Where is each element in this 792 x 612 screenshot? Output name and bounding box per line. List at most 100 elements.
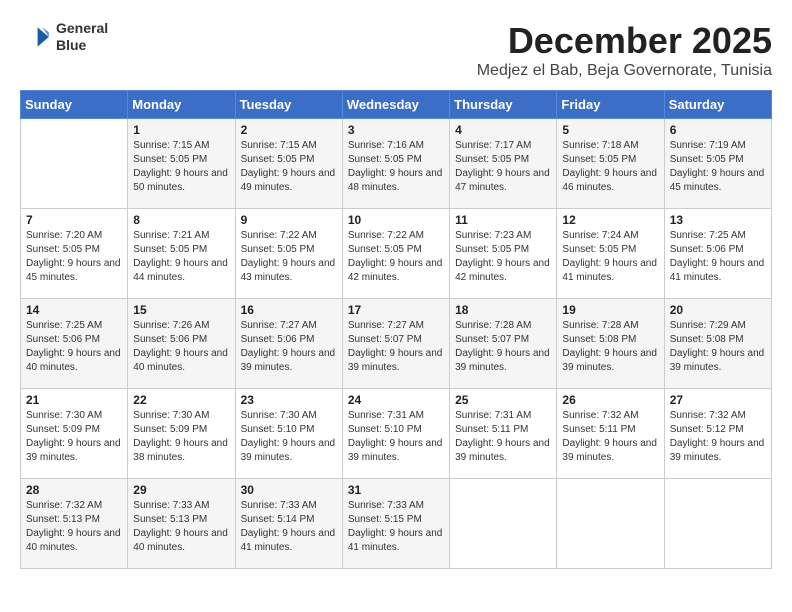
calendar-header-row: SundayMondayTuesdayWednesdayThursdayFrid… [21, 91, 772, 119]
calendar-day-cell [21, 119, 128, 209]
calendar-col-header: Tuesday [235, 91, 342, 119]
day-info: Sunrise: 7:30 AMSunset: 5:09 PMDaylight:… [26, 409, 122, 465]
day-info: Sunrise: 7:31 AMSunset: 5:10 PMDaylight:… [348, 409, 444, 465]
title-block: December 2025 Medjez el Bab, Beja Govern… [477, 20, 772, 80]
day-info: Sunrise: 7:27 AMSunset: 5:07 PMDaylight:… [348, 319, 444, 375]
day-number: 10 [348, 213, 444, 227]
calendar-col-header: Monday [128, 91, 235, 119]
day-number: 15 [133, 303, 229, 317]
day-info: Sunrise: 7:15 AMSunset: 5:05 PMDaylight:… [133, 139, 229, 195]
calendar-day-cell: 3 Sunrise: 7:16 AMSunset: 5:05 PMDayligh… [342, 119, 449, 209]
day-number: 5 [562, 123, 658, 137]
calendar-day-cell [450, 479, 557, 569]
calendar-day-cell: 24 Sunrise: 7:31 AMSunset: 5:10 PMDaylig… [342, 389, 449, 479]
calendar-day-cell: 30 Sunrise: 7:33 AMSunset: 5:14 PMDaylig… [235, 479, 342, 569]
calendar-day-cell: 22 Sunrise: 7:30 AMSunset: 5:09 PMDaylig… [128, 389, 235, 479]
day-number: 2 [241, 123, 337, 137]
calendar-day-cell: 12 Sunrise: 7:24 AMSunset: 5:05 PMDaylig… [557, 209, 664, 299]
day-number: 28 [26, 483, 122, 497]
calendar-table: SundayMondayTuesdayWednesdayThursdayFrid… [20, 90, 772, 569]
day-info: Sunrise: 7:24 AMSunset: 5:05 PMDaylight:… [562, 229, 658, 285]
day-number: 19 [562, 303, 658, 317]
day-number: 9 [241, 213, 337, 227]
calendar-col-header: Saturday [664, 91, 771, 119]
day-number: 8 [133, 213, 229, 227]
day-info: Sunrise: 7:32 AMSunset: 5:13 PMDaylight:… [26, 499, 122, 555]
day-info: Sunrise: 7:23 AMSunset: 5:05 PMDaylight:… [455, 229, 551, 285]
day-number: 6 [670, 123, 766, 137]
logo-text: General Blue [56, 20, 108, 54]
day-number: 24 [348, 393, 444, 407]
calendar-day-cell: 28 Sunrise: 7:32 AMSunset: 5:13 PMDaylig… [21, 479, 128, 569]
calendar-day-cell: 25 Sunrise: 7:31 AMSunset: 5:11 PMDaylig… [450, 389, 557, 479]
day-number: 16 [241, 303, 337, 317]
calendar-col-header: Sunday [21, 91, 128, 119]
day-info: Sunrise: 7:19 AMSunset: 5:05 PMDaylight:… [670, 139, 766, 195]
day-info: Sunrise: 7:22 AMSunset: 5:05 PMDaylight:… [348, 229, 444, 285]
day-number: 23 [241, 393, 337, 407]
calendar-day-cell [664, 479, 771, 569]
calendar-week-row: 7 Sunrise: 7:20 AMSunset: 5:05 PMDayligh… [21, 209, 772, 299]
calendar-week-row: 21 Sunrise: 7:30 AMSunset: 5:09 PMDaylig… [21, 389, 772, 479]
day-number: 18 [455, 303, 551, 317]
calendar-day-cell: 17 Sunrise: 7:27 AMSunset: 5:07 PMDaylig… [342, 299, 449, 389]
day-number: 3 [348, 123, 444, 137]
day-info: Sunrise: 7:29 AMSunset: 5:08 PMDaylight:… [670, 319, 766, 375]
logo: General Blue [20, 20, 108, 54]
calendar-day-cell [557, 479, 664, 569]
calendar-day-cell: 29 Sunrise: 7:33 AMSunset: 5:13 PMDaylig… [128, 479, 235, 569]
calendar-col-header: Friday [557, 91, 664, 119]
day-number: 25 [455, 393, 551, 407]
day-number: 31 [348, 483, 444, 497]
day-info: Sunrise: 7:27 AMSunset: 5:06 PMDaylight:… [241, 319, 337, 375]
day-info: Sunrise: 7:22 AMSunset: 5:05 PMDaylight:… [241, 229, 337, 285]
calendar-day-cell: 21 Sunrise: 7:30 AMSunset: 5:09 PMDaylig… [21, 389, 128, 479]
calendar-week-row: 14 Sunrise: 7:25 AMSunset: 5:06 PMDaylig… [21, 299, 772, 389]
calendar-day-cell: 5 Sunrise: 7:18 AMSunset: 5:05 PMDayligh… [557, 119, 664, 209]
day-number: 11 [455, 213, 551, 227]
calendar-week-row: 28 Sunrise: 7:32 AMSunset: 5:13 PMDaylig… [21, 479, 772, 569]
day-number: 1 [133, 123, 229, 137]
day-info: Sunrise: 7:33 AMSunset: 5:15 PMDaylight:… [348, 499, 444, 555]
calendar-day-cell: 15 Sunrise: 7:26 AMSunset: 5:06 PMDaylig… [128, 299, 235, 389]
day-number: 20 [670, 303, 766, 317]
day-number: 17 [348, 303, 444, 317]
day-info: Sunrise: 7:33 AMSunset: 5:14 PMDaylight:… [241, 499, 337, 555]
day-number: 27 [670, 393, 766, 407]
day-info: Sunrise: 7:21 AMSunset: 5:05 PMDaylight:… [133, 229, 229, 285]
calendar-col-header: Wednesday [342, 91, 449, 119]
day-info: Sunrise: 7:33 AMSunset: 5:13 PMDaylight:… [133, 499, 229, 555]
calendar-day-cell: 14 Sunrise: 7:25 AMSunset: 5:06 PMDaylig… [21, 299, 128, 389]
day-number: 29 [133, 483, 229, 497]
calendar-body: 1 Sunrise: 7:15 AMSunset: 5:05 PMDayligh… [21, 119, 772, 569]
day-info: Sunrise: 7:28 AMSunset: 5:08 PMDaylight:… [562, 319, 658, 375]
day-info: Sunrise: 7:30 AMSunset: 5:09 PMDaylight:… [133, 409, 229, 465]
day-info: Sunrise: 7:25 AMSunset: 5:06 PMDaylight:… [670, 229, 766, 285]
calendar-day-cell: 7 Sunrise: 7:20 AMSunset: 5:05 PMDayligh… [21, 209, 128, 299]
day-info: Sunrise: 7:26 AMSunset: 5:06 PMDaylight:… [133, 319, 229, 375]
calendar-week-row: 1 Sunrise: 7:15 AMSunset: 5:05 PMDayligh… [21, 119, 772, 209]
calendar-day-cell: 16 Sunrise: 7:27 AMSunset: 5:06 PMDaylig… [235, 299, 342, 389]
day-number: 14 [26, 303, 122, 317]
day-info: Sunrise: 7:32 AMSunset: 5:12 PMDaylight:… [670, 409, 766, 465]
calendar-day-cell: 8 Sunrise: 7:21 AMSunset: 5:05 PMDayligh… [128, 209, 235, 299]
day-number: 26 [562, 393, 658, 407]
calendar-day-cell: 31 Sunrise: 7:33 AMSunset: 5:15 PMDaylig… [342, 479, 449, 569]
day-info: Sunrise: 7:32 AMSunset: 5:11 PMDaylight:… [562, 409, 658, 465]
calendar-day-cell: 23 Sunrise: 7:30 AMSunset: 5:10 PMDaylig… [235, 389, 342, 479]
day-info: Sunrise: 7:20 AMSunset: 5:05 PMDaylight:… [26, 229, 122, 285]
logo-icon [20, 21, 52, 53]
day-info: Sunrise: 7:31 AMSunset: 5:11 PMDaylight:… [455, 409, 551, 465]
day-info: Sunrise: 7:25 AMSunset: 5:06 PMDaylight:… [26, 319, 122, 375]
calendar-day-cell: 13 Sunrise: 7:25 AMSunset: 5:06 PMDaylig… [664, 209, 771, 299]
calendar-day-cell: 1 Sunrise: 7:15 AMSunset: 5:05 PMDayligh… [128, 119, 235, 209]
calendar-day-cell: 4 Sunrise: 7:17 AMSunset: 5:05 PMDayligh… [450, 119, 557, 209]
calendar-day-cell: 27 Sunrise: 7:32 AMSunset: 5:12 PMDaylig… [664, 389, 771, 479]
day-number: 4 [455, 123, 551, 137]
day-number: 30 [241, 483, 337, 497]
calendar-day-cell: 10 Sunrise: 7:22 AMSunset: 5:05 PMDaylig… [342, 209, 449, 299]
calendar-col-header: Thursday [450, 91, 557, 119]
day-number: 21 [26, 393, 122, 407]
calendar-day-cell: 18 Sunrise: 7:28 AMSunset: 5:07 PMDaylig… [450, 299, 557, 389]
calendar-day-cell: 6 Sunrise: 7:19 AMSunset: 5:05 PMDayligh… [664, 119, 771, 209]
